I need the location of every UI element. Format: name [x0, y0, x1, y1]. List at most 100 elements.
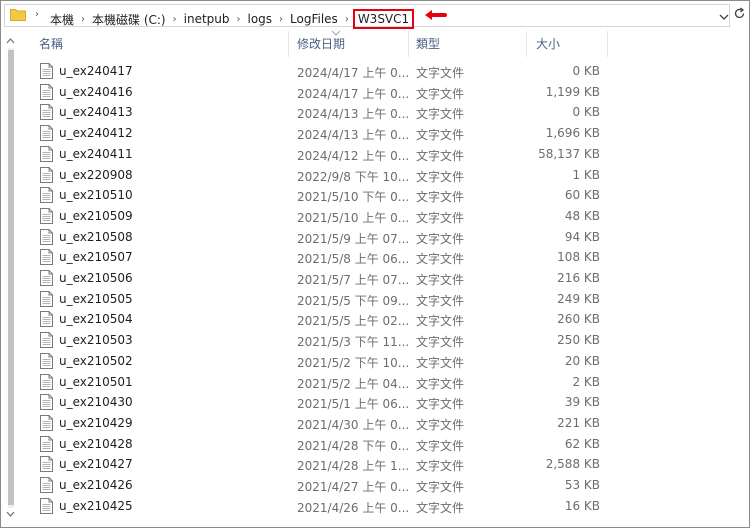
- file-row[interactable]: u_ex210509 2021/5/10 上午 0... 文字文件 48 KB: [0, 206, 750, 227]
- breadcrumb-item[interactable]: logs: [243, 12, 278, 26]
- breadcrumb: 本機 › 本機磁碟 (C:) › inetpub › logs › LogFiles › W3SVC…: [45, 9, 415, 29]
- column-header-size[interactable]: 大小: [536, 31, 560, 57]
- text-file-icon: [40, 394, 53, 411]
- file-name[interactable]: u_ex210509: [59, 209, 133, 223]
- file-name[interactable]: u_ex240413: [59, 105, 133, 119]
- file-type: 文字文件: [416, 376, 465, 391]
- chevron-down-icon[interactable]: [717, 10, 731, 24]
- file-size: 250 KB: [557, 333, 600, 348]
- file-row[interactable]: u_ex210504 2021/5/5 上午 02... 文字文件 260 KB: [0, 309, 750, 330]
- file-date: 2024/4/13 上午 0...: [297, 128, 408, 143]
- file-size: 2 KB: [572, 374, 600, 389]
- column-divider[interactable]: [607, 31, 608, 57]
- file-size: 1 KB: [572, 167, 600, 182]
- file-name[interactable]: u_ex210504: [59, 312, 133, 326]
- file-name[interactable]: u_ex240417: [59, 64, 133, 78]
- column-divider[interactable]: [408, 31, 409, 57]
- file-name[interactable]: u_ex210501: [59, 375, 133, 389]
- file-date: 2024/4/12 上午 0...: [297, 148, 408, 163]
- file-name[interactable]: u_ex210506: [59, 271, 133, 285]
- breadcrumb-current[interactable]: W3SVC1: [352, 9, 415, 29]
- file-name[interactable]: u_ex210508: [59, 230, 133, 244]
- file-name[interactable]: u_ex210505: [59, 292, 133, 306]
- file-type: 文字文件: [416, 355, 465, 370]
- file-row[interactable]: u_ex210425 2021/4/26 上午 0... 文字文件 16 KB: [0, 496, 750, 517]
- file-row[interactable]: u_ex240413 2024/4/13 上午 0... 文字文件 0 KB: [0, 102, 750, 123]
- chevron-right-icon[interactable]: ›: [79, 14, 87, 25]
- file-row[interactable]: u_ex210428 2021/4/28 下午 0... 文字文件 62 KB: [0, 434, 750, 455]
- breadcrumb-item[interactable]: 本機磁碟 (C:): [87, 11, 171, 28]
- text-file-icon: [40, 456, 53, 473]
- file-row[interactable]: u_ex210508 2021/5/9 上午 07... 文字文件 94 KB: [0, 227, 750, 248]
- file-name[interactable]: u_ex220908: [59, 168, 133, 182]
- file-name[interactable]: u_ex210427: [59, 457, 133, 471]
- file-row[interactable]: u_ex210506 2021/5/7 上午 07... 文字文件 216 KB: [0, 268, 750, 289]
- column-divider[interactable]: [288, 31, 289, 57]
- breadcrumb-item[interactable]: inetpub: [179, 12, 235, 26]
- file-name[interactable]: u_ex210510: [59, 188, 133, 202]
- file-row[interactable]: u_ex240411 2024/4/12 上午 0... 文字文件 58,137 KB: [0, 144, 750, 165]
- file-date: 2024/4/17 上午 0...: [297, 86, 408, 101]
- file-size: 0 KB: [572, 105, 600, 120]
- text-file-icon: [40, 249, 53, 266]
- text-file-icon: [40, 352, 53, 369]
- file-name[interactable]: u_ex240412: [59, 126, 133, 140]
- file-row[interactable]: u_ex210503 2021/5/3 下午 11... 文字文件 250 KB: [0, 330, 750, 351]
- file-row[interactable]: u_ex240412 2024/4/13 上午 0... 文字文件 1,696 KB: [0, 123, 750, 144]
- file-row[interactable]: u_ex210430 2021/5/1 上午 06... 文字文件 39 KB: [0, 392, 750, 413]
- file-row[interactable]: u_ex210502 2021/5/2 下午 10... 文字文件 20 KB: [0, 351, 750, 372]
- file-date: 2021/5/5 上午 02...: [297, 314, 408, 329]
- chevron-right-icon[interactable]: ›: [35, 9, 39, 20]
- column-header-name[interactable]: 名稱: [39, 31, 63, 57]
- address-bar[interactable]: › 本機 › 本機磁碟 (C:) › inetpub › logs › LogFiles › W3S…: [4, 4, 731, 29]
- file-row[interactable]: u_ex210426 2021/4/27 上午 0... 文字文件 53 KB: [0, 475, 750, 496]
- file-date: 2024/4/13 上午 0...: [297, 107, 408, 122]
- file-row[interactable]: u_ex210427 2021/4/28 上午 1... 文字文件 2,588 KB: [0, 454, 750, 475]
- file-date: 2021/4/27 上午 0...: [297, 480, 408, 494]
- file-size: 1,199 KB: [545, 84, 600, 99]
- chevron-right-icon[interactable]: ›: [277, 14, 285, 25]
- file-size: 221 KB: [557, 415, 600, 430]
- column-divider[interactable]: [526, 31, 527, 57]
- file-name[interactable]: u_ex240411: [59, 147, 133, 161]
- file-size: 16 KB: [564, 498, 600, 513]
- file-type: 文字文件: [416, 231, 465, 246]
- file-size: 94 KB: [564, 229, 600, 244]
- scroll-up-icon[interactable]: [6, 37, 15, 45]
- file-name[interactable]: u_ex240416: [59, 85, 133, 99]
- chevron-right-icon[interactable]: ›: [235, 14, 243, 25]
- file-type: 文字文件: [416, 273, 465, 287]
- file-name[interactable]: u_ex210507: [59, 250, 133, 264]
- file-row[interactable]: u_ex210429 2021/4/30 上午 0... 文字文件 221 KB: [0, 413, 750, 434]
- file-name[interactable]: u_ex210429: [59, 416, 133, 430]
- file-date: 2022/9/8 下午 10...: [297, 169, 408, 184]
- file-name[interactable]: u_ex210426: [59, 478, 133, 492]
- file-date: 2021/5/1 上午 06...: [297, 397, 408, 412]
- file-row[interactable]: u_ex220908 2022/9/8 下午 10... 文字文件 1 KB: [0, 165, 750, 186]
- file-date: 2021/5/8 上午 06...: [297, 252, 408, 267]
- column-header-type[interactable]: 類型: [416, 31, 440, 57]
- file-type: 文字文件: [416, 66, 465, 80]
- chevron-right-icon[interactable]: ›: [343, 14, 351, 25]
- file-size: 216 KB: [557, 271, 600, 285]
- file-name[interactable]: u_ex210430: [59, 395, 133, 409]
- file-type: 文字文件: [416, 210, 465, 225]
- file-name[interactable]: u_ex210425: [59, 499, 133, 513]
- file-name[interactable]: u_ex210502: [59, 354, 133, 368]
- chevron-right-icon[interactable]: ›: [171, 14, 179, 25]
- breadcrumb-item[interactable]: 本機: [45, 11, 79, 28]
- file-row[interactable]: u_ex240416 2024/4/17 上午 0... 文字文件 1,199 KB: [0, 82, 750, 103]
- file-row[interactable]: u_ex240417 2024/4/17 上午 0... 文字文件 0 KB: [0, 61, 750, 82]
- file-type: 文字文件: [416, 107, 465, 122]
- file-row[interactable]: u_ex210501 2021/5/2 上午 04... 文字文件 2 KB: [0, 372, 750, 393]
- refresh-icon[interactable]: [733, 7, 746, 20]
- file-name[interactable]: u_ex210428: [59, 437, 133, 451]
- breadcrumb-item[interactable]: LogFiles: [285, 12, 343, 26]
- file-type: 文字文件: [416, 459, 465, 474]
- file-row[interactable]: u_ex210507 2021/5/8 上午 06... 文字文件 108 KB: [0, 247, 750, 268]
- file-size: 39 KB: [564, 395, 600, 410]
- file-type: 文字文件: [416, 417, 465, 432]
- file-name[interactable]: u_ex210503: [59, 333, 133, 347]
- file-row[interactable]: u_ex210505 2021/5/5 下午 09... 文字文件 249 KB: [0, 289, 750, 310]
- file-row[interactable]: u_ex210510 2021/5/10 下午 0... 文字文件 60 KB: [0, 185, 750, 206]
